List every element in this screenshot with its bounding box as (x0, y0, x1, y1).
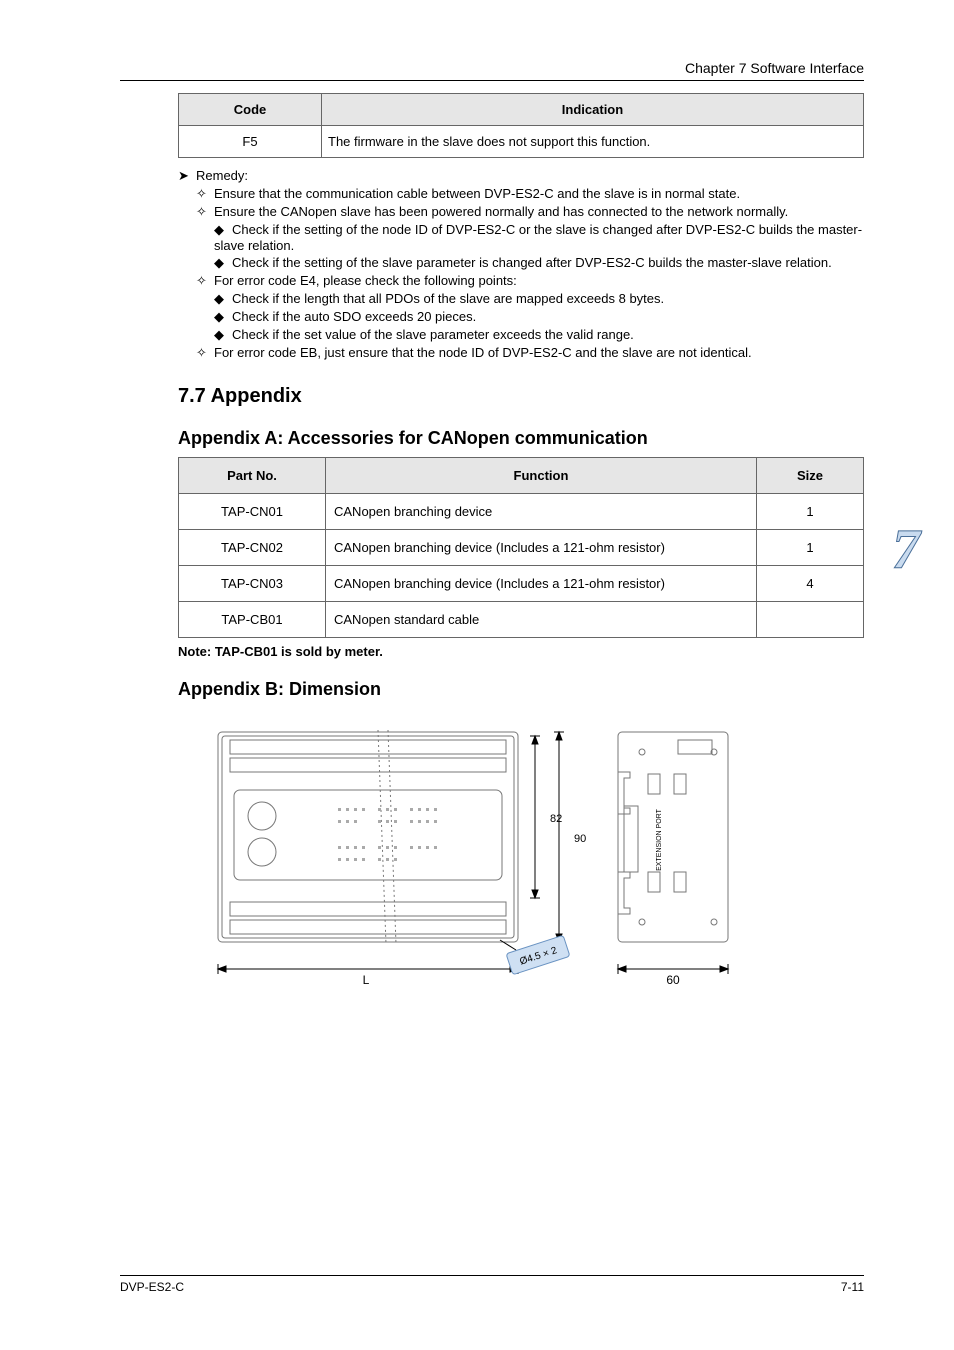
list-item: ✧Ensure the CANopen slave has been power… (178, 204, 864, 220)
page-title: Chapter 7 Software Interface (685, 60, 864, 76)
dim-60-label: 60 (666, 973, 680, 987)
footnote: Note: TAP-CB01 is sold by meter. (178, 644, 864, 659)
list-item: ◆Check if the setting of the node ID of … (178, 222, 864, 253)
list-item: ✧For error code EB, just ensure that the… (178, 345, 864, 361)
dim-90-label: 90 (574, 833, 586, 845)
dimension-diagram: L 82 90 (178, 712, 864, 1002)
appendix-a-heading: Appendix A: Accessories for CANopen comm… (178, 428, 864, 449)
col-code: Code (179, 94, 322, 126)
table-row: F5 The firmware in the slave does not su… (179, 126, 864, 158)
col-indication: Indication (322, 94, 864, 126)
footer-left: DVP-ES2-C (120, 1280, 184, 1294)
list-item: ✧For error code E4, please check the fol… (178, 273, 864, 289)
error-code-table: Code Indication F5 The firmware in the s… (178, 93, 864, 158)
table-row: TAP-CB01 CANopen standard cable (179, 602, 864, 638)
dim-82-label: 82 (550, 813, 562, 825)
table-row: TAP-CN01 CANopen branching device 1 (179, 494, 864, 530)
col-size: Size (757, 458, 864, 494)
dim-L-label: L (363, 973, 370, 987)
list-item: ◆Check if the setting of the slave param… (178, 255, 864, 271)
appendix-heading: 7.7 Appendix (178, 385, 864, 408)
extension-port-label: EXTENSION PORT (656, 808, 663, 870)
list-item: ◆Check if the set value of the slave par… (178, 327, 864, 343)
parts-table: Part No. Function Size TAP-CN01 CANopen … (178, 457, 864, 638)
list-item: ➤Remedy: (178, 168, 864, 184)
list-item: ◆Check if the length that all PDOs of th… (178, 291, 864, 307)
appendix-b-heading: Appendix B: Dimension (178, 679, 864, 700)
chapter-number-decoration: 7 (892, 518, 920, 582)
table-row: TAP-CN03 CANopen branching device (Inclu… (179, 566, 864, 602)
col-partno: Part No. (179, 458, 326, 494)
table-row: TAP-CN02 CANopen branching device (Inclu… (179, 530, 864, 566)
remedy-list: ➤Remedy: ✧Ensure that the communication … (178, 168, 864, 361)
col-function: Function (326, 458, 757, 494)
list-item: ✧Ensure that the communication cable bet… (178, 186, 864, 202)
footer-right: 7-11 (841, 1280, 864, 1294)
list-item: ◆Check if the auto SDO exceeds 20 pieces… (178, 309, 864, 325)
